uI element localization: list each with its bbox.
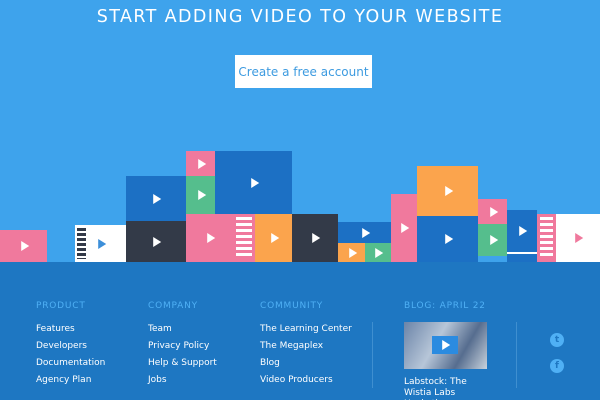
play-icon [250,177,259,188]
footer-link-team[interactable]: Team [148,324,217,334]
film-tile [233,214,255,262]
play-icon [206,233,215,243]
hero-section: START ADDING VIDEO TO YOUR WEBSITE Creat… [0,0,600,262]
footer-divider [516,322,517,388]
video-tile [126,221,186,262]
footer-divider [372,322,373,388]
play-icon [312,233,321,243]
video-tile [215,151,292,214]
footer-column-product: PRODUCT Features Developers Documentatio… [36,301,105,392]
video-tile [186,176,215,214]
facebook-icon[interactable]: f [550,359,564,373]
play-icon [197,158,206,169]
twitter-icon[interactable]: t [550,333,564,347]
play-icon [489,235,498,245]
footer-link-megaplex[interactable]: The Megaplex [260,341,352,351]
video-tile [338,243,365,262]
play-icon [153,193,162,204]
blog-post-thumbnail[interactable] [404,322,487,369]
footer-heading: PRODUCT [36,301,86,311]
video-tile [417,216,478,262]
footer-link-learning-center[interactable]: The Learning Center [260,324,352,334]
play-icon [401,223,410,233]
play-icon [489,206,498,217]
video-tile [0,230,47,262]
footer-heading: COMPANY [148,301,198,311]
video-tile [292,214,338,262]
play-icon [375,247,384,258]
footer-column-blog: BLOG: APRIL 22 [404,301,486,324]
footer-link-jobs[interactable]: Jobs [148,375,217,385]
play-icon [153,236,162,247]
play-icon [442,340,451,350]
video-tile [507,210,537,252]
video-tile [365,243,391,262]
footer-link-documentation[interactable]: Documentation [36,358,105,368]
play-icon [444,186,453,196]
play-icon [348,247,357,258]
video-tile [338,222,391,243]
video-tile [391,194,417,262]
footer-heading: BLOG: APRIL 22 [404,301,486,311]
site-footer: PRODUCT Features Developers Documentatio… [0,262,600,400]
play-icon [444,234,453,244]
footer-link-blog[interactable]: Blog [260,358,352,368]
video-tile-skyline [0,0,600,262]
film-tile [537,214,556,262]
footer-link-developers[interactable]: Developers [36,341,105,351]
footer-link-privacy-policy[interactable]: Privacy Policy [148,341,217,351]
footer-column-community: COMMUNITY The Learning Center The Megapl… [260,301,352,392]
film-strip-icon [77,228,86,259]
video-tile [478,199,507,224]
footer-link-features[interactable]: Features [36,324,105,334]
video-tile [186,151,215,176]
blog-post-title[interactable]: Labstock: The Wistia Labs Hackathon [404,377,494,400]
play-icon [519,226,528,236]
video-tile [126,176,186,221]
video-play-button[interactable] [432,336,458,354]
film-tile [75,225,126,262]
play-icon [197,190,206,200]
video-tile [186,214,233,262]
video-tile [255,214,292,262]
video-tile [556,214,600,262]
footer-link-agency-plan[interactable]: Agency Plan [36,375,105,385]
footer-link-video-producers[interactable]: Video Producers [260,375,352,385]
video-tile [417,166,478,216]
footer-column-company: COMPANY Team Privacy Policy Help & Suppo… [148,301,217,392]
play-icon [20,241,29,251]
play-icon [270,233,279,243]
play-icon [575,233,584,243]
play-icon [97,238,106,249]
footer-link-help-support[interactable]: Help & Support [148,358,217,368]
footer-heading: COMMUNITY [260,301,324,311]
video-tile [507,252,537,262]
video-tile [478,224,507,256]
play-icon [361,227,370,238]
